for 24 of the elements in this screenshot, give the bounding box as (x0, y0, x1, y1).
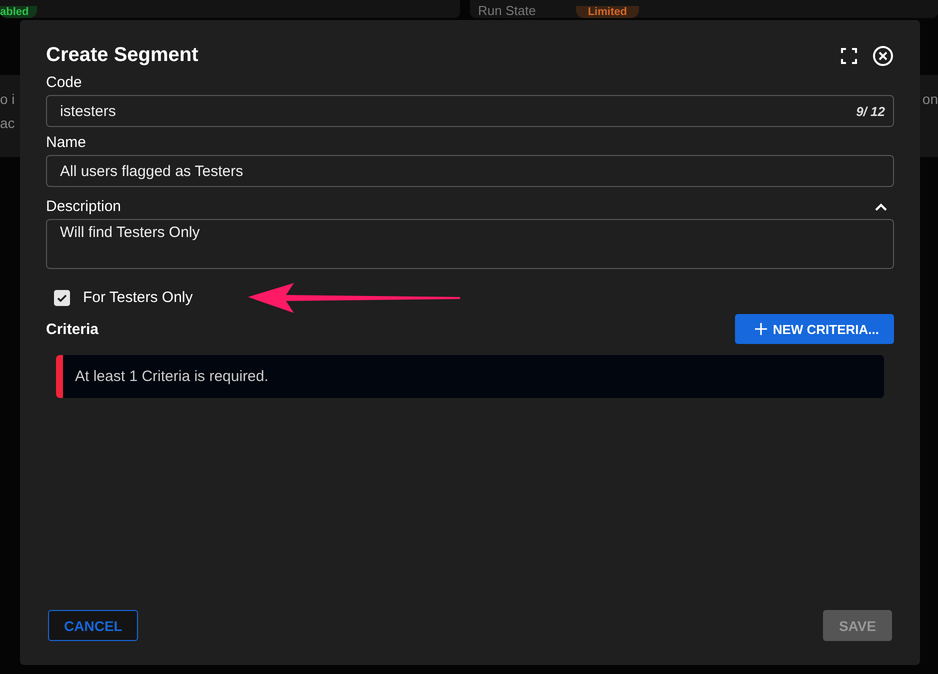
status-badge: abled (0, 6, 37, 18)
checkbox-label: For Testers Only (83, 289, 193, 306)
field-label: Description (46, 197, 122, 217)
checkbox[interactable] (54, 290, 70, 306)
run-state-badge: Limited (576, 6, 639, 18)
background-text: on (922, 90, 938, 109)
error-message: At least 1 Criteria is required. (75, 368, 268, 385)
section-heading: Criteria (46, 320, 99, 338)
new-criteria-button[interactable]: NEW CRITERIA... (734, 314, 894, 344)
description-field[interactable]: Will find Testers Only (46, 219, 894, 269)
chevron-icon[interactable] (874, 202, 888, 212)
dialog-title: Create Segment (46, 44, 198, 67)
background-text: ac (0, 114, 15, 133)
fullscreen-icon[interactable] (841, 48, 857, 64)
dialog-button[interactable]: CANCEL (48, 610, 138, 641)
name-field[interactable]: All users flagged as Testers (46, 155, 894, 187)
code-field[interactable]: istesters 9/ 12 (46, 95, 894, 127)
close-icon[interactable] (872, 44, 894, 66)
field-label: Code (46, 73, 83, 93)
plus-icon (754, 323, 767, 335)
field-label: Name (46, 133, 88, 153)
run-state-label: Run State (478, 3, 536, 18)
character-counter: 9/ 12 (856, 104, 885, 118)
background-text: o i (0, 90, 15, 109)
